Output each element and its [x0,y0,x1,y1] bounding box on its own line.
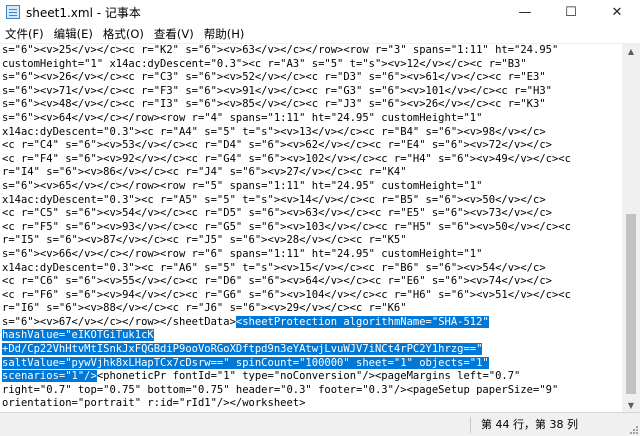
line-text: x14ac:dyDescent="0.3"><c r="A4" s="5" t=… [2,125,546,138]
text-editor[interactable]: s="6"><v>25</v></c><c r="K2" s="6"><v>63… [0,44,622,412]
close-button[interactable]: ✕ [594,0,640,24]
text-line: <c r="F4" s="6"><v>92</v></c><c r="G4" s… [0,153,622,167]
scroll-down-icon[interactable]: ▼ [622,398,640,412]
text-line: s="6"><v>64</v></c></row><row r="4" span… [0,112,622,126]
resize-grip-icon[interactable] [628,424,638,434]
text-line: <c r="F5" s="6"><v>93</v></c><c r="G5" s… [0,221,622,235]
text-line: <c r="C6" s="6"><v>55</v></c><c r="D6" s… [0,275,622,289]
line-text: customHeight="1" x14ac:dyDescent="0.3"><… [2,57,527,70]
window-title: sheet1.xml - 记事本 [26,5,141,20]
line-text: s="6"><v>67</v></c></row></sheetData> [2,315,236,328]
line-text: <c r="F5" s="6"><v>93</v></c><c r="G5" s… [2,220,571,233]
line-text: s="6"><v>65</v></c></row><row r="5" span… [2,179,483,192]
text-line: s="6"><v>48</v></c><c r="I3" s="6"><v>85… [0,98,622,112]
selected-text: saltValue="pywVjhk8xLHapTCx7cDsrw==" spi… [2,356,489,369]
line-text: s="6"><v>48</v></c><c r="I3" s="6"><v>85… [2,98,546,111]
text-line: s="6"><v>25</v></c><c r="K2" s="6"><v>63… [0,44,622,58]
text-line: scenarios="1"/><phoneticPr fontId="1" ty… [0,370,622,384]
menu-file[interactable]: 文件(F) [0,26,49,42]
text-line: r="I5" s="6"><v>87</v></c><c r="J5" s="6… [0,234,622,248]
menu-edit[interactable]: 编辑(E) [49,26,98,42]
scroll-up-icon[interactable]: ▲ [622,44,640,58]
text-line: x14ac:dyDescent="0.3"><c r="A5" s="5" t=… [0,194,622,208]
line-text: r="I4" s="6"><v>86</v></c><c r="J4" s="6… [2,166,407,179]
selected-text: <sheetProtection algorithmName="SHA-512" [235,315,489,328]
line-text: <c r="C5" s="6"><v>54</v></c><c r="D5" s… [2,207,552,220]
line-text: r="I5" s="6"><v>87</v></c><c r="J5" s="6… [2,234,407,247]
title-bar[interactable]: sheet1.xml - 记事本 — ☐ ✕ [0,0,640,24]
vertical-scrollbar[interactable]: ▲ ▼ [622,44,640,412]
text-line: <c r="C5" s="6"><v>54</v></c><c r="D5" s… [0,207,622,221]
line-text: <c r="F4" s="6"><v>92</v></c><c r="G4" s… [2,152,571,165]
minimize-button[interactable]: — [502,0,548,24]
line-text: <c r="C4" s="6"><v>53</v></c><c r="D4" s… [2,139,552,152]
selected-text: hashValue="eIKOTGiTuk1cK [2,329,154,342]
text-line: <c r="F6" s="6"><v>94</v></c><c r="G6" s… [0,289,622,303]
text-line: right="0.7" top="0.75" bottom="0.75" hea… [0,384,622,398]
cursor-position: 第 44 行，第 38 列 [470,416,578,433]
selected-text: scenarios="1"/> [2,370,97,383]
menu-format[interactable]: 格式(O) [98,26,149,42]
line-text: s="6"><v>66</v></c></row><row r="6" span… [2,247,483,260]
text-line: orientation="portrait" r:id="rId1"/></wo… [0,397,622,411]
line-text-after: <phoneticPr fontId="1" type="noConversio… [96,370,521,383]
text-line: r="I6" s="6"><v>88</v></c><c r="J6" s="6… [0,302,622,316]
line-text: <c r="F6" s="6"><v>94</v></c><c r="G6" s… [2,288,571,301]
maximize-button[interactable]: ☐ [548,0,594,24]
text-line: hashValue="eIKOTGiTuk1cK [0,329,622,343]
line-text: x14ac:dyDescent="0.3"><c r="A6" s="5" t=… [2,261,546,274]
line-text: x14ac:dyDescent="0.3"><c r="A5" s="5" t=… [2,193,546,206]
menu-view[interactable]: 查看(V) [149,26,199,42]
notepad-icon [6,5,20,19]
text-line: r="I4" s="6"><v>86</v></c><c r="J4" s="6… [0,166,622,180]
text-line: +Dd/Cp22VhHtvMtISnkJxFQGBdiP9ooVoRGoXDft… [0,343,622,357]
text-line: s="6"><v>67</v></c></row></sheetData><sh… [0,315,622,330]
line-text: s="6"><v>26</v></c><c r="C3" s="6"><v>52… [2,71,546,84]
text-line: s="6"><v>66</v></c></row><row r="6" span… [0,248,622,262]
text-line: s="6"><v>65</v></c></row><row r="5" span… [0,180,622,194]
line-text: orientation="portrait" r:id="rId1"/></wo… [2,397,306,410]
text-line: customHeight="1" x14ac:dyDescent="0.3"><… [0,58,622,72]
menu-bar: 文件(F) 编辑(E) 格式(O) 查看(V) 帮助(H) [0,24,640,44]
status-bar: 第 44 行，第 38 列 [0,412,640,436]
line-text: right="0.7" top="0.75" bottom="0.75" hea… [2,383,559,396]
text-line: x14ac:dyDescent="0.3"><c r="A4" s="5" t=… [0,126,622,140]
text-line: s="6"><v>71</v></c><c r="F3" s="6"><v>91… [0,85,622,99]
menu-help[interactable]: 帮助(H) [199,26,250,42]
scrollbar-thumb[interactable] [626,214,636,394]
line-text: s="6"><v>64</v></c></row><row r="4" span… [2,111,483,124]
line-text: s="6"><v>71</v></c><c r="F3" s="6"><v>91… [2,84,552,97]
text-line: x14ac:dyDescent="0.3"><c r="A6" s="5" t=… [0,262,622,276]
line-text: <c r="C6" s="6"><v>55</v></c><c r="D6" s… [2,275,552,288]
line-text: s="6"><v>25</v></c><c r="K2" s="6"><v>63… [2,44,559,56]
text-line: <c r="C4" s="6"><v>53</v></c><c r="D4" s… [0,139,622,153]
text-line: s="6"><v>26</v></c><c r="C3" s="6"><v>52… [0,71,622,85]
text-line: saltValue="pywVjhk8xLHapTCx7cDsrw==" spi… [0,356,622,371]
selected-text: +Dd/Cp22VhHtvMtISnkJxFQGBdiP9ooVoRGoXDft… [2,343,483,356]
line-text: r="I6" s="6"><v>88</v></c><c r="J6" s="6… [2,302,407,315]
